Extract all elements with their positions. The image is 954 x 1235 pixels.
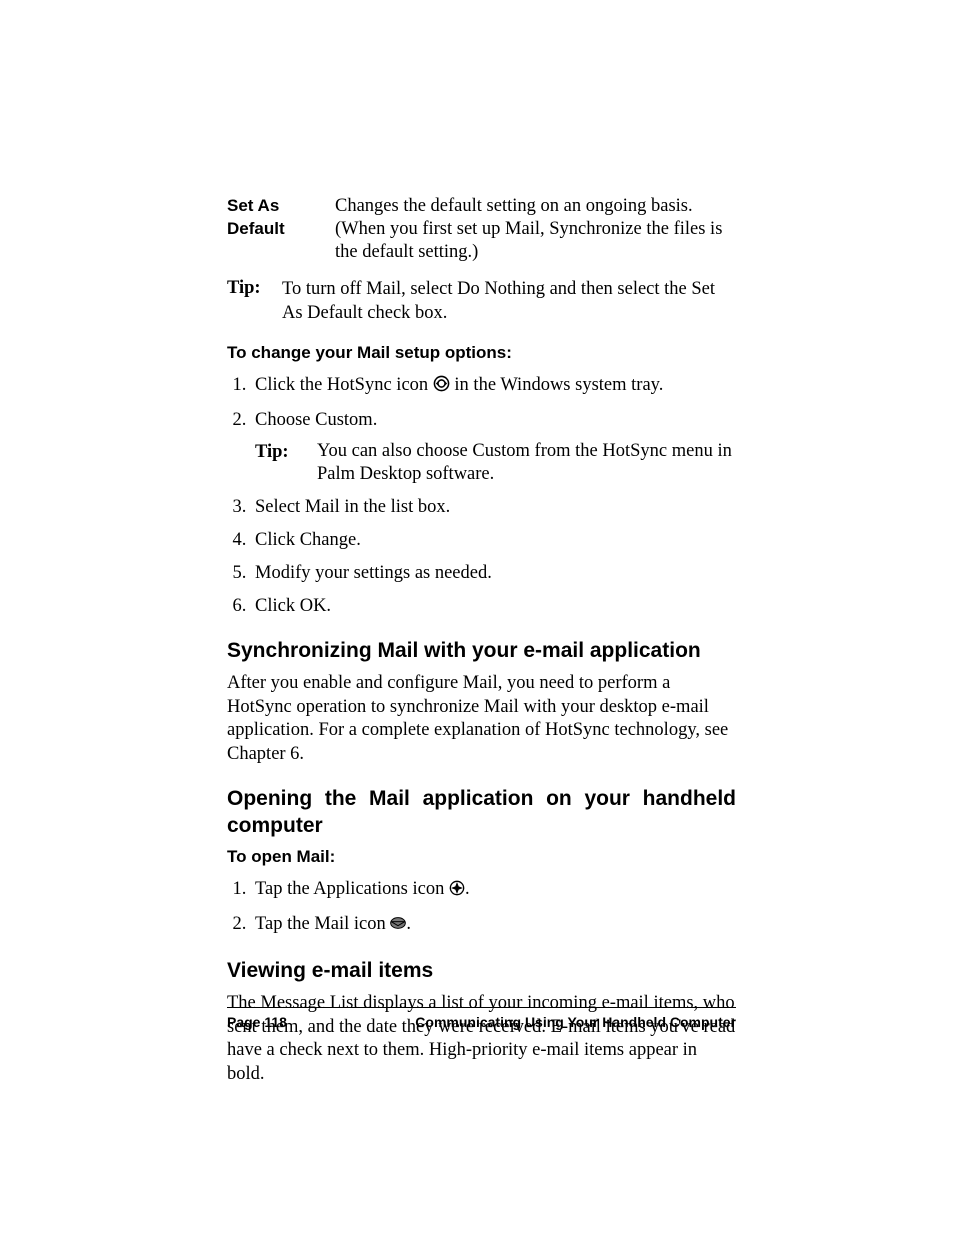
open-step-2-b: . <box>406 914 411 934</box>
step-2-tip-label: Tip: <box>255 440 317 486</box>
applications-icon <box>449 879 465 903</box>
open-step-1-a: Tap the Applications icon <box>255 879 449 899</box>
document-page: Set As Default Changes the default setti… <box>0 0 954 1235</box>
step-2: Choose Custom. Tip: You can also choose … <box>251 408 736 486</box>
step-5: Modify your settings as needed. <box>251 561 736 585</box>
tip-body: To turn off Mail, select Do Nothing and … <box>282 278 736 324</box>
tip-row: Tip: To turn off Mail, select Do Nothing… <box>227 278 736 324</box>
mail-icon <box>390 914 406 938</box>
definition-term-line2: Default <box>227 219 285 238</box>
open-steps-list: Tap the Applications icon . Tap the Mail… <box>227 877 736 938</box>
definition-term-line1: Set As <box>227 196 279 215</box>
page-number: Page 118 <box>227 1014 287 1030</box>
open-step-2: Tap the Mail icon . <box>251 912 736 938</box>
step-3: Select Mail in the list box. <box>251 495 736 519</box>
tip-label: Tip: <box>227 278 282 324</box>
footer-line: Page 118 Communicating Using Your Handhe… <box>227 1014 736 1030</box>
heading-opening: Opening the Mail application on your han… <box>227 786 736 839</box>
definition-term: Set As Default <box>227 195 335 264</box>
open-mail-heading: To open Mail: <box>227 847 736 867</box>
open-step-1: Tap the Applications icon . <box>251 877 736 903</box>
footer-title: Communicating Using Your Handheld Comput… <box>415 1014 736 1030</box>
step-4: Click Change. <box>251 528 736 552</box>
step-2-tip: Tip: You can also choose Custom from the… <box>255 440 736 486</box>
hotsync-icon <box>433 375 450 399</box>
definition-row: Set As Default Changes the default setti… <box>227 195 736 264</box>
open-step-1-b: . <box>465 879 470 899</box>
step-1-text-a: Click the HotSync icon <box>255 375 433 395</box>
page-footer: Page 118 Communicating Using Your Handhe… <box>227 1007 736 1030</box>
step-2-text: Choose Custom. <box>255 410 377 430</box>
paragraph-synchronizing: After you enable and configure Mail, you… <box>227 672 736 766</box>
step-6: Click OK. <box>251 594 736 618</box>
step-1-text-b: in the Windows system tray. <box>450 375 664 395</box>
step-1: Click the HotSync icon in the Windows sy… <box>251 373 736 399</box>
definition-description: Changes the default setting on an ongoin… <box>335 195 736 264</box>
heading-synchronizing: Synchronizing Mail with your e-mail appl… <box>227 638 736 664</box>
step-2-tip-body: You can also choose Custom from the HotS… <box>317 440 736 486</box>
heading-viewing: Viewing e-mail items <box>227 958 736 984</box>
footer-rule <box>227 1007 736 1008</box>
change-options-heading: To change your Mail setup options: <box>227 343 736 363</box>
open-step-2-a: Tap the Mail icon <box>255 914 390 934</box>
change-steps-list: Click the HotSync icon in the Windows sy… <box>227 373 736 619</box>
